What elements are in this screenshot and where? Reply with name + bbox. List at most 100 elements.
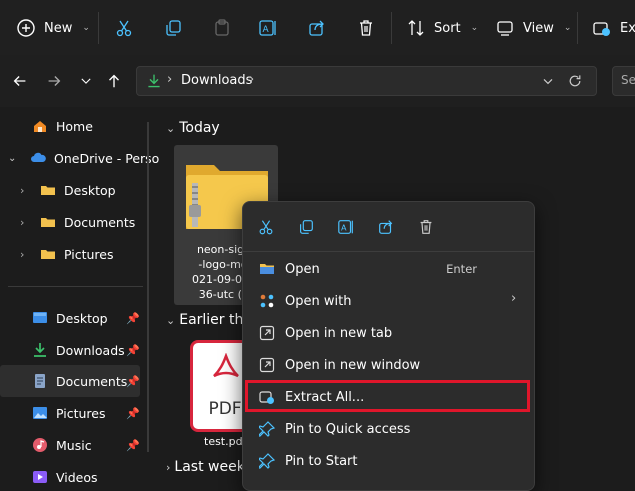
sidebar-item-onedrive-documents[interactable]: › Documents — [20, 209, 135, 235]
share-button[interactable] — [375, 216, 397, 238]
delete-button[interactable] — [356, 14, 376, 42]
extract-all-button[interactable]: Ext — [592, 14, 635, 42]
sidebar-item-music[interactable]: Music 📌 — [32, 432, 142, 458]
paste-button[interactable] — [212, 14, 232, 42]
menu-item-open-new-window[interactable]: Open in new window — [255, 350, 525, 380]
group-header-last-week[interactable]: › Last week — [166, 459, 245, 475]
new-label: New — [44, 20, 73, 36]
breadcrumb-separator-icon: › — [167, 72, 173, 87]
group-header-today[interactable]: ⌄ Today — [166, 120, 220, 136]
back-button[interactable] — [10, 71, 30, 91]
chevron-down-icon[interactable] — [540, 73, 556, 89]
trash-icon — [360, 20, 372, 36]
chevron-right-icon: › — [511, 291, 517, 306]
download-icon — [148, 74, 160, 88]
scissors-icon — [116, 20, 132, 37]
sort-button[interactable]: Sort ⌄ — [406, 14, 478, 42]
sidebar-item-videos[interactable]: Videos — [32, 464, 142, 490]
navigation-bar: › Downloads › Sear — [0, 55, 635, 107]
folder-open-icon — [260, 264, 274, 274]
sidebar-item-label: Videos — [56, 469, 98, 485]
sidebar-item-onedrive-pictures[interactable]: › Pictures — [20, 241, 114, 267]
svg-text:A: A — [263, 25, 270, 35]
address-bar[interactable]: › Downloads › — [136, 66, 597, 96]
sidebar-item-label: OneDrive - Perso — [54, 150, 160, 166]
arrow-right-icon — [48, 76, 61, 86]
sidebar-item-label: Desktop — [64, 182, 116, 198]
share-button[interactable] — [307, 14, 327, 42]
cut-button[interactable] — [255, 216, 277, 238]
menu-item-label: Open — [285, 261, 320, 277]
cut-button[interactable] — [114, 14, 134, 42]
share-icon — [309, 20, 324, 36]
recent-locations-button[interactable] — [76, 71, 96, 91]
toolbar-separator — [98, 12, 99, 44]
chevron-right-icon: › — [20, 247, 25, 261]
copy-button[interactable] — [163, 14, 183, 42]
pin-icon[interactable]: 📌 — [126, 344, 140, 357]
menu-item-open-new-tab[interactable]: Open in new tab — [255, 318, 525, 348]
trash-icon — [420, 220, 432, 234]
folder-icon — [41, 250, 55, 259]
extract-icon — [593, 22, 610, 36]
extract-label: Ext — [620, 20, 635, 36]
sort-icon — [408, 20, 424, 36]
forward-button[interactable] — [44, 71, 64, 91]
menu-item-label: Pin to Quick access — [285, 421, 411, 437]
menu-item-shortcut: Enter — [446, 262, 477, 276]
chevron-down-icon: ⌄ — [166, 314, 176, 327]
copy-button[interactable] — [295, 216, 317, 238]
music-icon — [33, 438, 47, 452]
chevron-down-icon — [81, 78, 91, 84]
sidebar-item-label: Desktop — [56, 310, 108, 326]
sidebar-item-onedrive[interactable]: ⌄ OneDrive - Perso — [8, 145, 159, 171]
menu-item-open-with[interactable]: Open with › — [255, 286, 525, 316]
refresh-icon[interactable] — [567, 73, 583, 89]
sidebar-item-home[interactable]: Home — [32, 113, 93, 139]
pin-icon[interactable]: 📌 — [126, 439, 140, 452]
pin-icon[interactable]: 📌 — [126, 312, 140, 325]
command-bar: New ⌄ A Sort ⌄ View ⌄ Ext — [0, 0, 635, 56]
view-icon — [497, 21, 513, 36]
rename-button[interactable]: A — [335, 216, 357, 238]
sidebar-item-desktop[interactable]: Desktop 📌 — [32, 305, 142, 331]
menu-item-pin-to-start[interactable]: Pin to Start — [255, 446, 525, 476]
context-menu: A Open Enter Open with › Open in new tab… — [242, 201, 535, 491]
sort-label: Sort — [434, 20, 461, 36]
new-button[interactable]: New ⌄ — [16, 14, 90, 42]
up-button[interactable] — [104, 71, 124, 91]
menu-item-pin-quick-access[interactable]: Pin to Quick access — [255, 414, 525, 444]
sidebar-item-label: Home — [56, 118, 93, 134]
chevron-right-icon: › — [166, 461, 171, 474]
search-input[interactable]: Sear — [612, 66, 635, 96]
sidebar-item-pictures[interactable]: Pictures 📌 — [32, 400, 142, 426]
breadcrumb-separator-icon: › — [249, 72, 255, 87]
breadcrumb-downloads[interactable]: Downloads — [181, 73, 252, 88]
menu-item-label: Pin to Start — [285, 453, 358, 469]
sidebar-item-downloads[interactable]: Downloads 📌 — [32, 337, 142, 363]
open-with-icon — [260, 294, 274, 308]
sidebar-item-label: Music — [56, 437, 92, 453]
menu-item-label: Open in new tab — [285, 325, 393, 341]
view-button[interactable]: View ⌄ — [495, 14, 571, 42]
toolbar-separator — [577, 12, 578, 44]
navigation-pane: Home ⌄ OneDrive - Perso › Desktop › Docu… — [0, 107, 159, 485]
pin-icon[interactable]: 📌 — [126, 407, 140, 420]
sidebar-scrollbar[interactable] — [147, 122, 149, 452]
rename-button[interactable]: A — [258, 14, 278, 42]
sidebar-item-onedrive-desktop[interactable]: › Desktop — [20, 177, 116, 203]
copy-icon — [300, 220, 313, 234]
delete-button[interactable] — [415, 216, 437, 238]
pin-icon[interactable]: 📌 — [126, 375, 140, 388]
scissors-icon — [259, 220, 273, 235]
sidebar-divider — [8, 286, 143, 287]
folder-icon — [41, 186, 55, 195]
group-header-earlier[interactable]: ⌄ Earlier th — [166, 312, 243, 328]
extract-all-highlight — [245, 380, 530, 412]
chevron-down-icon: ⌄ — [470, 23, 479, 33]
clipboard-icon — [215, 19, 229, 36]
menu-item-open[interactable]: Open Enter — [255, 254, 525, 284]
sidebar-item-label: Downloads — [56, 342, 125, 358]
sidebar-item-documents[interactable]: Documents 📌 — [32, 368, 142, 394]
new-window-icon — [259, 357, 275, 373]
